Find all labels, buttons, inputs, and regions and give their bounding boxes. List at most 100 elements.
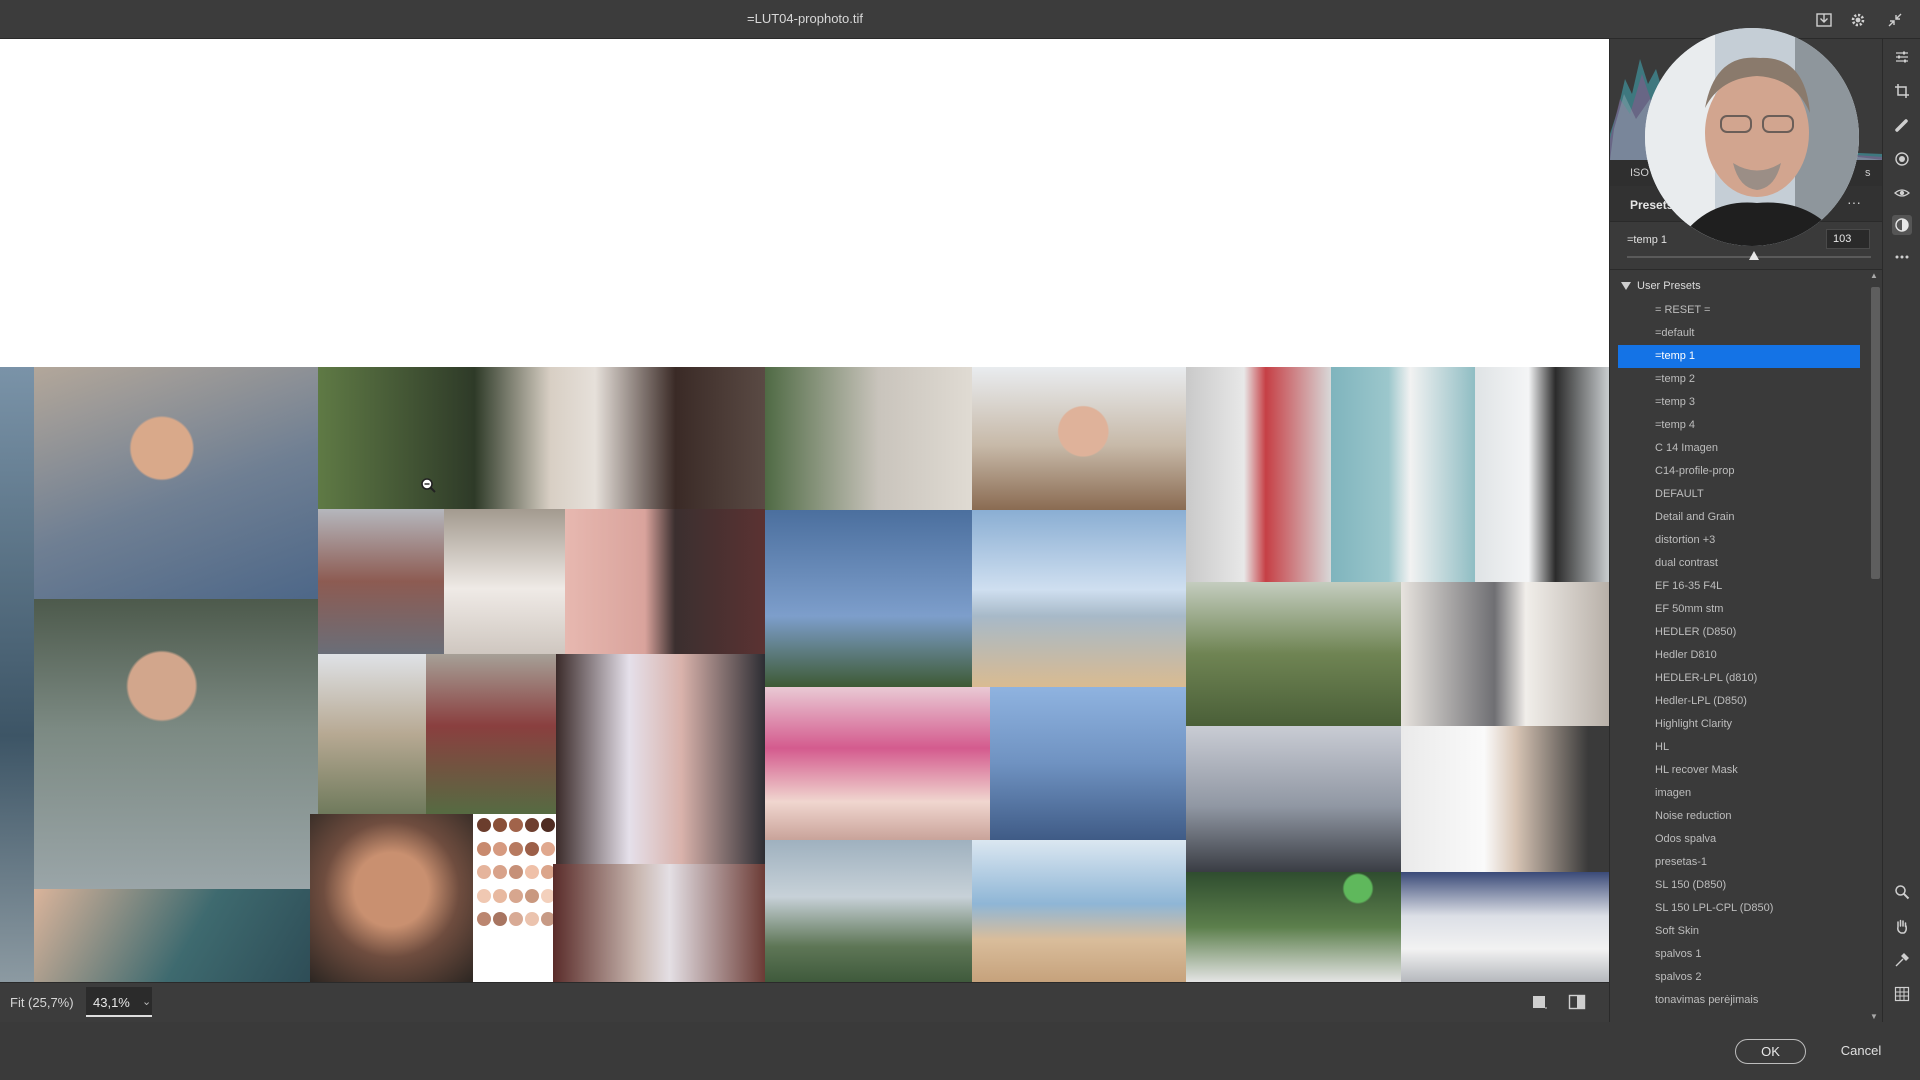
photo-tile (318, 509, 444, 654)
preset-list-scrollbar[interactable]: ▲ ▼ (1868, 271, 1880, 1022)
preset-item[interactable]: presetas-1 (1618, 851, 1860, 874)
exif-iso-label: ISO (1630, 167, 1649, 179)
preset-item[interactable]: SL 150 (D850) (1618, 874, 1860, 897)
tool-strip (1882, 39, 1920, 1022)
more-options-icon[interactable]: ··· (1847, 194, 1861, 210)
preset-item[interactable]: spalvos 2 (1618, 966, 1860, 989)
crop-icon[interactable] (1892, 81, 1912, 101)
preset-item[interactable]: EF 50mm stm (1618, 598, 1860, 621)
photo-tile (444, 509, 565, 654)
more-tools-icon[interactable] (1892, 247, 1912, 267)
presets-icon[interactable] (1892, 215, 1912, 235)
photo-tile (34, 889, 318, 982)
sliders-icon[interactable] (1892, 47, 1912, 67)
collapse-icon[interactable] (1884, 9, 1906, 31)
photo-tile (1401, 872, 1609, 982)
preset-item[interactable]: =temp 4 (1618, 414, 1860, 437)
preset-item[interactable]: =temp 2 (1618, 368, 1860, 391)
preset-item[interactable]: HEDLER (D850) (1618, 621, 1860, 644)
app-window: =LUT04-prophoto.tif Fit (25,7%) 43,1% ⌄ … (0, 0, 1920, 1080)
photo-tile (0, 367, 34, 982)
photo-tile (990, 687, 1186, 840)
photo-tile (34, 599, 318, 889)
image-canvas[interactable] (0, 39, 1609, 982)
chevron-down-icon[interactable]: ⌄ (142, 995, 151, 1008)
photo-tile (765, 687, 990, 840)
red-eye-icon[interactable] (1892, 183, 1912, 203)
canvas-status-bar: Fit (25,7%) 43,1% ⌄ (0, 982, 1609, 1022)
photo-tile (318, 654, 426, 814)
preset-item[interactable]: SL 150 LPL-CPL (D850) (1618, 897, 1860, 920)
preset-item[interactable]: spalvos 1 (1618, 943, 1860, 966)
photo-tile (565, 509, 765, 654)
preset-item[interactable]: EF 16-35 F4L (1618, 575, 1860, 598)
photo-tile (972, 367, 1186, 510)
preset-item[interactable]: Odos spalva (1618, 828, 1860, 851)
preset-item[interactable]: Soft Skin (1618, 920, 1860, 943)
scroll-down-icon[interactable]: ▼ (1870, 1012, 1878, 1021)
zoom-fit-button[interactable]: Fit (25,7%) (10, 995, 74, 1010)
ok-button[interactable]: OK (1735, 1039, 1806, 1064)
color-swatch-tile (473, 814, 555, 938)
hand-icon[interactable] (1892, 916, 1912, 936)
group-label: User Presets (1637, 280, 1701, 292)
preset-item[interactable]: Hedler D810 (1618, 644, 1860, 667)
photo-tile (553, 864, 765, 982)
preset-item[interactable]: C 14 Imagen (1618, 437, 1860, 460)
photo-tile (426, 654, 556, 814)
photo-tile (972, 510, 1186, 687)
preset-amount-input[interactable]: 103 (1826, 229, 1870, 249)
preset-item[interactable]: Noise reduction (1618, 805, 1860, 828)
preset-item[interactable]: imagen (1618, 782, 1860, 805)
photo-collage (0, 367, 1609, 982)
preset-item[interactable]: distortion +3 (1618, 529, 1860, 552)
photo-tile (1401, 726, 1609, 872)
preset-list: User Presets = RESET = =default =temp 1 =te… (1610, 277, 1872, 1022)
preset-item[interactable]: DEFAULT (1618, 483, 1860, 506)
zoom-cursor-icon (421, 478, 436, 493)
photo-tile (765, 840, 972, 982)
title-bar: =LUT04-prophoto.tif (0, 0, 1920, 39)
zoom-icon[interactable] (1892, 882, 1912, 902)
eyedropper-icon[interactable] (1892, 950, 1912, 970)
preset-item[interactable]: tonavimas perėjimais (1618, 989, 1860, 1012)
selected-preset-name: =temp 1 (1627, 234, 1668, 246)
photo-tile (1186, 726, 1401, 872)
preset-item[interactable]: C14-profile-prop (1618, 460, 1860, 483)
preset-item[interactable]: Hedler-LPL (D850) (1618, 690, 1860, 713)
photo-tile (1186, 872, 1401, 982)
preset-item[interactable]: HL recover Mask (1618, 759, 1860, 782)
save-icon[interactable] (1813, 9, 1835, 31)
preset-item[interactable]: HEDLER-LPL (d810) (1618, 667, 1860, 690)
photo-tile (1331, 367, 1475, 582)
preset-items: = RESET = =default =temp 1 =temp 2 =temp 3 =t… (1618, 299, 1860, 1012)
photo-tile (765, 510, 972, 687)
preset-item[interactable]: =temp 1 (1618, 345, 1860, 368)
single-view-icon[interactable] (1532, 994, 1548, 1010)
preset-item[interactable]: = RESET = (1618, 299, 1860, 322)
scroll-up-icon[interactable]: ▲ (1870, 271, 1878, 280)
photo-tile (556, 654, 765, 864)
split-view-icon[interactable] (1568, 993, 1586, 1011)
dialog-action-bar: OK Cancel (0, 1022, 1920, 1080)
preset-item[interactable]: Detail and Grain (1618, 506, 1860, 529)
gear-icon[interactable] (1847, 9, 1869, 31)
photo-tile (1186, 367, 1331, 582)
healing-brush-icon[interactable] (1892, 115, 1912, 135)
photo-tile (318, 367, 765, 509)
preset-item[interactable]: Highlight Clarity (1618, 713, 1860, 736)
preset-item[interactable]: dual contrast (1618, 552, 1860, 575)
user-presets-group[interactable]: User Presets (1621, 280, 1701, 292)
grid-icon[interactable] (1892, 984, 1912, 1004)
exif-shutter-label: s (1865, 167, 1871, 179)
preset-item[interactable]: =default (1618, 322, 1860, 345)
preset-item[interactable]: HL (1618, 736, 1860, 759)
photo-tile (1475, 367, 1609, 582)
webcam-overlay (1645, 28, 1859, 246)
mask-icon[interactable] (1892, 149, 1912, 169)
photo-tile (1186, 582, 1401, 726)
cancel-button[interactable]: Cancel (1828, 1039, 1894, 1064)
slider-handle[interactable] (1748, 251, 1759, 260)
scroll-thumb[interactable] (1871, 287, 1880, 579)
preset-item[interactable]: =temp 3 (1618, 391, 1860, 414)
